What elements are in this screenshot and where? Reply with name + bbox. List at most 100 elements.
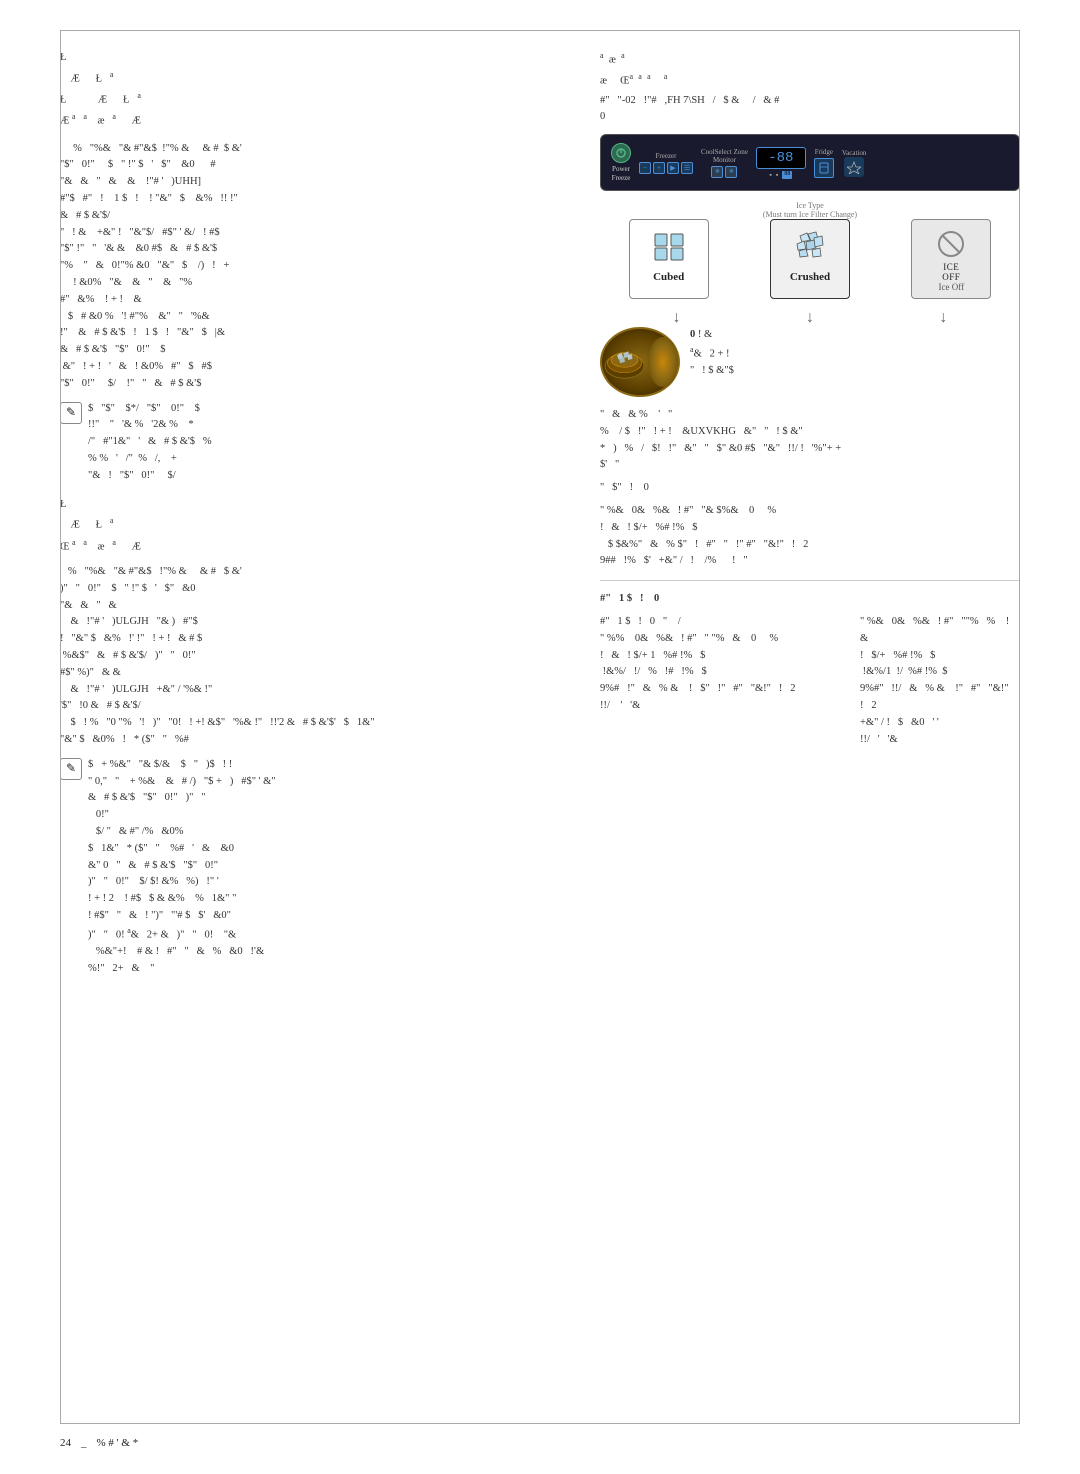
cubed-label: Cubed bbox=[653, 271, 684, 283]
cool-zone-btn1[interactable]: ❄ bbox=[711, 166, 723, 178]
right-header-oe-row: æ Œa a a a bbox=[600, 71, 1020, 90]
right-header-zero: 0 bbox=[600, 109, 1020, 126]
section1-icon-text: $ "$" $*/ "$" 0!" $ !!" " '& % '2& % * /… bbox=[88, 401, 212, 485]
section2-line2: )" " 0!" $ " !" $ ' $" &0 bbox=[60, 581, 570, 598]
section1-icon-line5: "& ! "$" 0!" $/ bbox=[88, 468, 212, 485]
freezer-label: Freezer bbox=[656, 152, 677, 160]
left-column: Ł Æ Ł a Ł Æ Ł a Æ bbox=[60, 50, 570, 984]
section2-line6: %&$" & # $ &'$/ )" " 0!" bbox=[60, 648, 570, 665]
section1-body-line7: "$" !" " '& & &0 #$ & # $ &'$ bbox=[60, 241, 570, 258]
section2-line9: '$" !0 & # $ &'$/ bbox=[60, 698, 570, 715]
right-text-b1-l3: * ) % / $! !" &" " $" &0 #$ "&" !!/ ! '%… bbox=[600, 441, 1020, 458]
section2-icon-line12: %&"+! # & ! #" " & % &0 !'& bbox=[88, 944, 276, 961]
section1-subtitle-row: Ł Æ Ł a bbox=[60, 90, 570, 109]
right-text-block1: " & & % ' " % / $ !" ! + ! &UXVKHG &" " … bbox=[600, 407, 1020, 474]
power-freeze-icon[interactable] bbox=[611, 143, 631, 163]
freezer-btn-4[interactable]: ☰ bbox=[681, 162, 693, 174]
section2-icon-line11: )" " 0! a& 2+ & )" " 0! "& bbox=[88, 925, 276, 944]
page-underscore: _ bbox=[81, 1437, 87, 1449]
ice-arrow-2: ↓ bbox=[806, 309, 814, 327]
freezer-btn-minus[interactable]: − bbox=[639, 162, 651, 174]
section1-body-line6: " ! & +&" ! "&"$/ #$" ' &/ ! #$ bbox=[60, 225, 570, 242]
vacation-section: Vacation bbox=[842, 149, 867, 177]
right-s2-right-l6: !!/ ' '& bbox=[860, 732, 1020, 749]
right-s2-left-l6: !!/ ' '& bbox=[600, 698, 854, 715]
right-s2-left-l2: " %% 0& %& ! #" " "% & 0 % bbox=[600, 631, 854, 648]
section2-icon-line4: 0!" bbox=[88, 807, 276, 824]
dispense-area: 0 ! & a& 2 + ! " ! $ &"$ bbox=[600, 327, 1020, 397]
section2-subtitle-row: Œ a a æ a Æ bbox=[60, 537, 570, 556]
fridge-icon[interactable] bbox=[814, 158, 834, 178]
section1-title-l: Ł bbox=[96, 73, 102, 84]
section1-title-row: Æ Ł a bbox=[60, 69, 570, 88]
right-s2-left-l1: #" 1 $ ! 0 " / bbox=[600, 614, 854, 631]
section1-body-line13: & # $ &'$ "$" 0!" $ bbox=[60, 342, 570, 359]
right-b2-l2: ! & ! $/+ %# !% $ bbox=[600, 520, 1020, 537]
section1-body-line8: "% " & 0!"% &0 "&" $ /) ! + bbox=[60, 258, 570, 275]
right-s2-left: #" 1 $ ! 0 " / " %% 0& %& ! #" " "% & 0 … bbox=[600, 614, 854, 715]
page-border-right bbox=[1019, 30, 1020, 1424]
footer-symbol-text: % # ' & * bbox=[97, 1437, 139, 1449]
section1-icon-line3: /" #"1&" ' & # $ &'$ % bbox=[88, 434, 212, 451]
section2-header: Ł Æ Ł a Œ a a æ a Æ bbox=[60, 497, 570, 556]
section2-ae3: Æ bbox=[132, 541, 141, 552]
right-s2-left-l4: !&%/ !/ % !# !% $ bbox=[600, 664, 854, 681]
ice-btn-ice-off[interactable]: ICE OFF Ice Off bbox=[911, 219, 991, 299]
section2-icon-line10: ! #$" " & ! ")" "'# $ $' &0" bbox=[88, 908, 276, 925]
ice-btn-crushed[interactable]: Crushed bbox=[770, 219, 850, 299]
ice-btn-cubed[interactable]: Cubed bbox=[629, 219, 709, 299]
right-s2-left-l3: ! & ! $/+ 1 %# !% $ bbox=[600, 648, 854, 665]
power-freeze-label: PowerFreeze bbox=[612, 165, 631, 182]
section2-line5: ! "&" $ &% !' !" ! + ! & # $ bbox=[60, 631, 570, 648]
right-column: a æ a æ Œa a a a #" "-02 !"# ,FH 7\SH / … bbox=[600, 50, 1020, 984]
vacation-icon[interactable] bbox=[844, 157, 864, 177]
section2-icon-line3: & # $ &'$ "$" 0!" )" " bbox=[88, 790, 276, 807]
right-header-top: a æ a bbox=[600, 50, 1020, 69]
right-text-zero-line: " $" ! 0 bbox=[600, 480, 1020, 497]
section2-symbol-top: Ł bbox=[60, 497, 570, 514]
right-s2-right-l2: ! $/+ %# !% $ bbox=[860, 648, 1020, 665]
dispense-image bbox=[600, 327, 680, 397]
section1-body-line10: #" &% ! + ! & bbox=[60, 292, 570, 309]
freezer-btn-plus[interactable]: + bbox=[653, 162, 665, 174]
right-s2-right-l4: 9%#" !!/ & % & !" #" "&!" ! 2 bbox=[860, 681, 1020, 715]
section1-body-line1: % "%& "& #"&$ !"% & & # $ &' bbox=[60, 141, 570, 158]
section2-line4: & !"# ' )ULGJH "& ) #"$ bbox=[60, 614, 570, 631]
section1-body-line3: "& & " & & !"# ' )UHH] bbox=[60, 174, 570, 191]
cool-zone-section: CoolSelect ZoneMonitor ❄ ❄ bbox=[701, 148, 748, 178]
section2-title-row: Æ Ł a bbox=[60, 515, 570, 534]
section2-title-l: Ł bbox=[96, 520, 102, 531]
section2-oe: Œ bbox=[60, 541, 69, 552]
section2-icon-line1: $ + %&" "& $/& $ " )$ ! ! bbox=[88, 757, 276, 774]
right-s2-right-l3: !&%/1 !/ %# !% $ bbox=[860, 664, 1020, 681]
right-b2-l1: " %& 0& %& ! #" "& $%& 0 % bbox=[600, 503, 1020, 520]
section1-body-line15: "$" 0!" $/ !" " & # $ &'$ bbox=[60, 376, 570, 393]
page-border-bottom bbox=[60, 1423, 1020, 1424]
appliance-control-panel: PowerFreeze Freezer − + ▶ ☰ CoolSelect Z… bbox=[600, 134, 1020, 191]
section1-ae4: Æ bbox=[132, 116, 141, 127]
section2-icon-line5: $/ " & #" /% &0% bbox=[88, 824, 276, 841]
section1-body-line14: &" ! + ! ' & ! &0% #" $ #$ bbox=[60, 359, 570, 376]
section2-icon-line6: $ 1&" * ($" " %# ' & &0 bbox=[88, 841, 276, 858]
ice-off-bottom: OFF bbox=[942, 272, 960, 282]
right-s2-right-l1: " %& 0& %& ! #" ""% % ! & bbox=[860, 614, 1020, 648]
section2-line7: #$" %)" & & bbox=[60, 665, 570, 682]
page-number: 24 bbox=[60, 1437, 71, 1449]
crushed-icon bbox=[792, 226, 828, 269]
ice-off-sub: Ice Off bbox=[939, 282, 965, 292]
cool-zone-label: CoolSelect ZoneMonitor bbox=[701, 148, 748, 164]
right-s2-right-l5: +&" / ! $ &0 ' ' bbox=[860, 715, 1020, 732]
temp-display-main: -88 bbox=[756, 147, 806, 169]
section1-body-line11: $ # &0 % '! #"% &" " '%& bbox=[60, 309, 570, 326]
right-s2-header: #" 1 $ ! 0 bbox=[600, 591, 1020, 608]
section2-title-ae: Æ bbox=[71, 520, 80, 531]
page-border-left bbox=[60, 30, 61, 1424]
cool-zone-btn2[interactable]: ❄ bbox=[725, 166, 737, 178]
section2-line11: "&" $ &0% ! * ($" " %# bbox=[60, 732, 570, 749]
section2-icon-line13: %!" 2+ & " bbox=[88, 961, 276, 978]
section1-body-line5: & # $ &'$/ bbox=[60, 208, 570, 225]
freezer-btn-3[interactable]: ▶ bbox=[667, 162, 679, 174]
crushed-label: Crushed bbox=[790, 271, 830, 283]
ice-arrow-1: ↓ bbox=[673, 309, 681, 327]
right-s2-right: " %& 0& %& ! #" ""% % ! & ! $/+ %# !% $ … bbox=[860, 614, 1020, 748]
